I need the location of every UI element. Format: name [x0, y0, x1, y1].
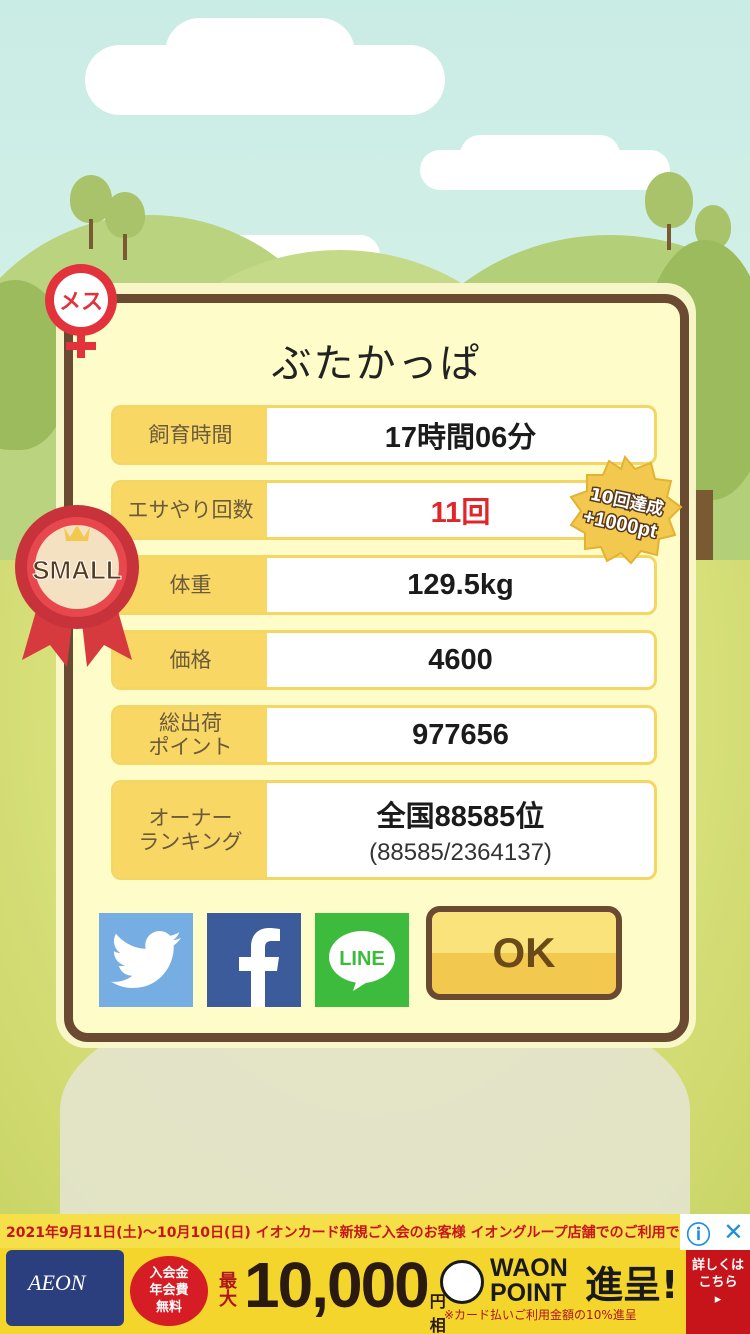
- line-bubble-icon: LINE: [329, 931, 395, 991]
- ad-note: ※カード払いご利用金額の10%進呈: [444, 1308, 637, 1322]
- line-share-button[interactable]: LINE: [315, 913, 409, 1007]
- ad-banner[interactable]: 2021年9月11日(土)～10月10日(日) イオンカード新規ご入会のお客様 …: [0, 1214, 750, 1334]
- stat-row-owner-ranking: オーナー ランキング 全国88585位 (88585/2364137): [111, 780, 657, 880]
- cloud: [460, 135, 620, 175]
- ad-info-icon[interactable]: ⓘ: [686, 1215, 710, 1250]
- ad-credit-card-image: AEON: [6, 1250, 124, 1326]
- stat-value: 977656: [412, 718, 509, 751]
- pig-name: ぶたかっぱ: [271, 341, 482, 387]
- ad-headline: 2021年9月11日(土)～10月10日(日) イオンカード新規ご入会のお客様 …: [0, 1214, 680, 1248]
- stat-row-price: 価格 4600: [111, 630, 657, 690]
- stat-value: 4600: [428, 643, 493, 676]
- waon-dog-icon: [440, 1260, 484, 1304]
- cloud: [165, 18, 355, 88]
- ad-waon-point: WAON POINT 進呈! ※カード払いご利用金額の10%進呈: [440, 1254, 680, 1324]
- stat-row-shipping-points: 総出荷 ポイント 977656: [111, 705, 657, 765]
- ranking-main: 全国88585位: [376, 801, 545, 833]
- small-size-ribbon-badge: SMALL: [15, 505, 139, 667]
- female-gender-badge: メス: [45, 264, 117, 358]
- achievement-burst-badge: 10回達成 +1000pt: [569, 455, 683, 565]
- ranking-detail: (88585/2364137): [369, 839, 552, 866]
- stat-value: 129.5kg: [407, 568, 514, 601]
- pig-result-dialog: ぶたかっぱ 飼育時間 17時間06分 エサやり回数 11回 体重 129.5kg…: [64, 294, 689, 1042]
- stat-label: 総出荷 ポイント: [114, 708, 267, 762]
- ad-card-brand: AEON: [28, 1270, 86, 1295]
- size-label: SMALL: [32, 555, 122, 585]
- ranking-value: 全国88585位 (88585/2364137): [267, 783, 654, 877]
- gender-label: メス: [59, 290, 103, 315]
- facebook-f-icon: [239, 928, 280, 1007]
- ok-button[interactable]: OK: [426, 906, 622, 1000]
- ad-controls: ⓘ ✕: [680, 1214, 750, 1250]
- stat-label: オーナー ランキング: [114, 783, 267, 877]
- ad-amount: 最大 10,000 円相当: [214, 1248, 446, 1334]
- stat-value: 17時間06分: [384, 422, 537, 454]
- ad-free-fee-badge: 入会金 年会費 無料: [130, 1256, 208, 1326]
- ad-waon-text: WAON POINT: [490, 1254, 568, 1307]
- twitter-bird-icon: [111, 931, 181, 988]
- stat-label: 飼育時間: [114, 408, 267, 462]
- twitter-share-button[interactable]: [99, 913, 193, 1007]
- line-label: LINE: [339, 948, 385, 970]
- ad-amount-prefix: 最大: [217, 1271, 237, 1307]
- ad-details-link[interactable]: 詳しくは こちら ▸: [686, 1250, 750, 1334]
- ad-amount-number: 10,000: [244, 1249, 430, 1321]
- ad-gift-text: 進呈!: [585, 1263, 679, 1307]
- ad-close-icon[interactable]: ✕: [723, 1218, 743, 1246]
- facebook-share-button[interactable]: [207, 913, 301, 1007]
